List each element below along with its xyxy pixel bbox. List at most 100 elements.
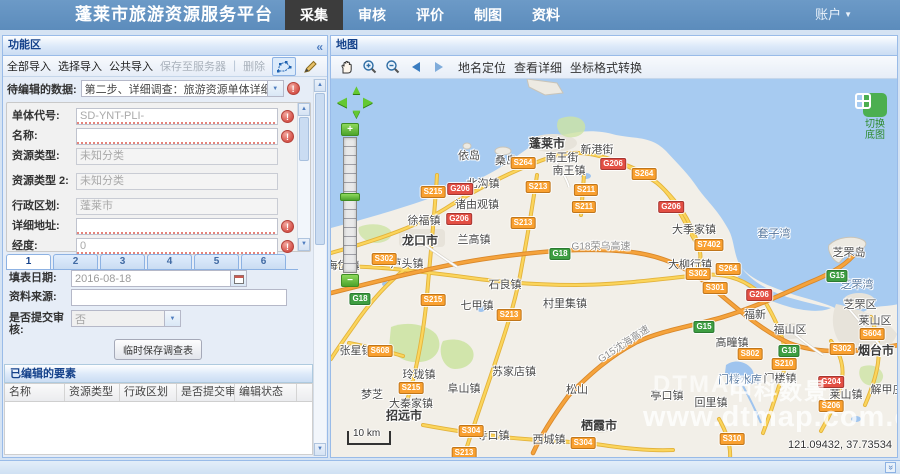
field-input-0[interactable]: SD-YNT-PLI- [76, 107, 278, 125]
import-toolbar: 全部导入 选择导入 公共导入 保存至服务器 | 删除 [3, 56, 327, 77]
map-canvas[interactable]: 依岛桑岛蓬莱市新港街南王街南王镇北沟镇诸由观镇徐福镇龙口市兰高镇芦头镇海岱镇石良… [331, 79, 897, 457]
pan-down-icon[interactable]: ▼ [350, 107, 363, 120]
expand-south-icon[interactable]: « [885, 462, 896, 473]
map-toolbar-link-2[interactable]: 坐标格式转换 [570, 59, 642, 76]
map-toolbar-link-0[interactable]: 地名定位 [458, 59, 506, 76]
zoom-track[interactable] [340, 137, 360, 273]
nav-item-1[interactable]: 审核 [343, 0, 401, 30]
tab-5[interactable]: 5 [194, 254, 239, 269]
form-row-0: 单体代号: SD-YNT-PLI-! [12, 106, 294, 126]
chevron-down-icon[interactable]: ▼ [164, 311, 180, 326]
pan-left-icon[interactable]: ◀ [337, 95, 347, 108]
save-row: 临时保存调查表 [3, 339, 313, 360]
zoom-slider: + − [340, 123, 360, 287]
grid-column-2[interactable]: 行政区划 [120, 384, 177, 401]
pan-hand-button[interactable] [337, 58, 357, 76]
form-scrollbar[interactable]: ▲ ▼ [297, 103, 310, 251]
zoom-handle[interactable] [340, 193, 360, 201]
scalebar-label: 10 km [353, 428, 381, 439]
nav-item-0[interactable]: 采集 [285, 0, 343, 30]
pan-right-icon[interactable]: ▶ [363, 95, 373, 108]
cursor-coordinates: 121.09432, 37.73534 [788, 439, 892, 451]
submit-review-row: 是否提交审核: 否 ▼ [9, 310, 297, 336]
switch-basemap-button[interactable]: 切换底图 [855, 93, 895, 141]
scroll-up-icon[interactable]: ▲ [314, 79, 326, 92]
data-source-row: 资料来源: [9, 289, 297, 306]
chevron-down-icon[interactable]: ▼ [266, 81, 283, 96]
back-arrow-icon [412, 62, 420, 72]
tab-4[interactable]: 4 [147, 254, 192, 269]
edit-pencil-button[interactable] [300, 58, 320, 75]
field-label: 单体代号: [12, 109, 60, 122]
field-input-6[interactable]: 0 [76, 237, 278, 255]
field-label: 详细地址: [12, 219, 60, 232]
edited-features-grid-header: 名称资源类型行政区划是否提交审核编辑状态 [4, 383, 313, 402]
zoom-out-button[interactable] [383, 58, 403, 76]
collapse-panel-icon[interactable]: « [316, 38, 323, 57]
temp-save-button[interactable]: 临时保存调查表 [114, 339, 202, 360]
nav-item-3[interactable]: 制图 [459, 0, 517, 30]
zoom-in-icon [363, 60, 377, 74]
toolbar-link-3: 保存至服务器 [160, 61, 226, 73]
back-button[interactable] [406, 58, 426, 76]
scroll-down-icon[interactable]: ▼ [314, 443, 326, 456]
zoom-in-button[interactable] [360, 58, 380, 76]
tab-6[interactable]: 6 [241, 254, 286, 269]
app-title: 蓬莱市旅游资源服务平台 [75, 5, 273, 24]
submit-review-select[interactable]: 否 ▼ [71, 310, 181, 327]
field-label: 行政区划: [12, 199, 60, 212]
tab-1[interactable]: 1 [6, 254, 51, 269]
grid-column-filler [297, 384, 312, 401]
grid-column-4[interactable]: 编辑状态 [235, 384, 297, 401]
tab-3[interactable]: 3 [100, 254, 145, 269]
nav-menu: 采集 审核 评价 制图 资料 [285, 0, 575, 30]
pending-data-combo[interactable]: 第二步、详细调查：旅游资源单体详细调查表 ▼ [80, 80, 284, 97]
grid-column-3[interactable]: 是否提交审核 [177, 384, 235, 401]
tab-2[interactable]: 2 [53, 254, 98, 269]
pan-up-icon[interactable]: ▲ [350, 83, 363, 96]
grid-glyph [855, 93, 871, 109]
forward-button[interactable] [429, 58, 449, 76]
fill-date-input[interactable]: 2016-08-18 [71, 270, 231, 287]
required-icon: ! [281, 219, 294, 233]
grid-column-0[interactable]: 名称 [5, 384, 65, 401]
polygon-select-icon [277, 60, 292, 72]
nav-item-2[interactable]: 评价 [401, 0, 459, 30]
form-row-1: 名称:! [12, 126, 294, 146]
fill-date-label: 填表日期: [9, 272, 57, 284]
calendar-icon[interactable] [231, 270, 247, 287]
field-input-1[interactable] [76, 127, 278, 145]
scroll-down-icon[interactable]: ▼ [298, 238, 310, 251]
panel-scrollbar[interactable]: ▲ ▼ [313, 79, 326, 456]
scrollbar-thumb[interactable] [299, 117, 309, 161]
toolbar-link-1[interactable]: 选择导入 [58, 58, 102, 74]
required-icon: ! [286, 82, 300, 95]
required-icon: ! [281, 239, 294, 253]
zoom-in-slider-button[interactable]: + [341, 123, 359, 136]
grid-column-1[interactable]: 资源类型 [65, 384, 120, 401]
polygon-select-button[interactable] [272, 56, 297, 76]
nav-item-4[interactable]: 资料 [517, 0, 575, 30]
zoom-out-icon [386, 60, 400, 74]
toolbar-link-0[interactable]: 全部导入 [7, 58, 51, 74]
function-panel-header: 功能区 « [3, 36, 327, 56]
data-source-input[interactable] [71, 289, 287, 306]
scroll-up-icon[interactable]: ▲ [298, 103, 310, 116]
account-menu[interactable]: 账户 ▼ [815, 0, 900, 30]
app-window: 蓬莱市旅游资源服务平台 采集 审核 评价 制图 资料 账户 ▼ 功能区 « 全部导入 选择导… [0, 0, 900, 474]
scrollbar-thumb[interactable] [315, 93, 325, 245]
account-label: 账户 [815, 7, 842, 22]
data-source-label: 资料来源: [9, 291, 57, 303]
basemap-grid-icon [855, 93, 887, 117]
map-toolbar-link-1[interactable]: 查看详细 [514, 59, 562, 76]
zoom-out-slider-button[interactable]: − [341, 274, 359, 287]
calendar-glyph [233, 274, 244, 284]
toolbar-link-2[interactable]: 公共导入 [109, 58, 153, 74]
field-label: 经度: [12, 239, 38, 252]
edited-features-header: 已编辑的要素 [4, 364, 313, 383]
field-input-5[interactable] [76, 217, 278, 235]
switch-basemap-label: 切换底图 [865, 119, 885, 141]
map-scalebar: 10 km [347, 428, 391, 445]
pan-control: ▲ ◀ ▶ ▼ [337, 83, 375, 121]
form-row-3: 资源类型 2: 未知分类 [12, 166, 294, 196]
